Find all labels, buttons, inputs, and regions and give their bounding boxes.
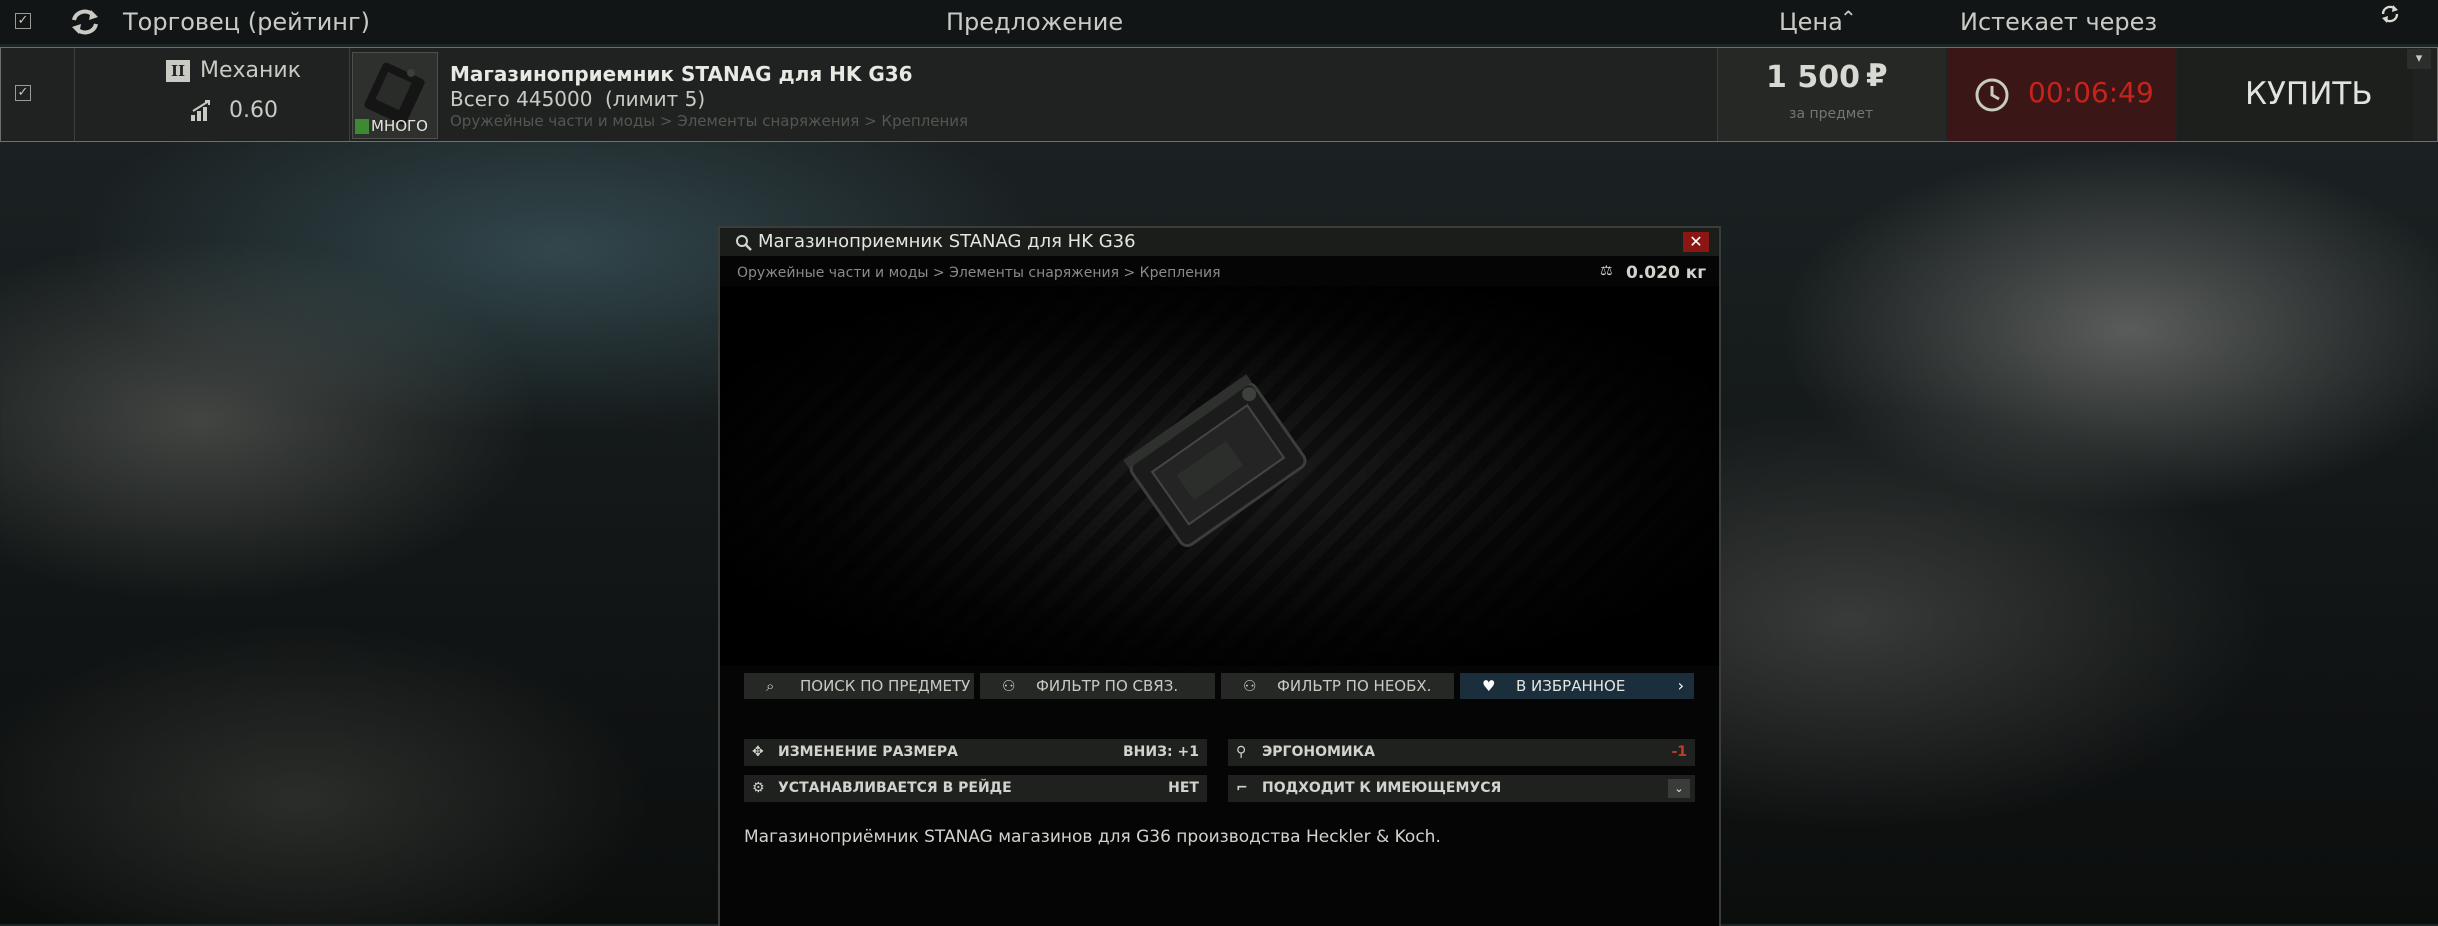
- chevron-down-icon[interactable]: ⌄: [1668, 779, 1690, 798]
- offer-column-header[interactable]: Предложение: [946, 8, 1123, 36]
- magnifier-icon: ⌕: [766, 677, 775, 695]
- item-inspect-window: Магазиноприемник STANAG для HK G36 ✕ Ору…: [718, 226, 1721, 926]
- ergonomics-icon: ⚲: [1236, 744, 1247, 760]
- close-icon[interactable]: ✕: [1683, 232, 1709, 252]
- offer-checkbox[interactable]: ✓: [15, 85, 31, 101]
- stock-indicator-icon: [355, 119, 369, 134]
- resize-arrows-icon: ✥: [752, 744, 764, 760]
- expiry-timer: 00:06:49: [2028, 76, 2154, 109]
- price-unit: за предмет: [1789, 106, 1874, 122]
- item-name[interactable]: Магазиноприемник STANAG для HK G36: [450, 62, 913, 86]
- gun-icon: ⌐: [1236, 780, 1248, 796]
- inspect-breadcrumb[interactable]: Оружейные части и моды > Элементы снаряж…: [737, 265, 1221, 281]
- link-tree-icon: ⚇: [1243, 677, 1257, 695]
- select-all-checkbox[interactable]: ✓: [15, 13, 31, 29]
- item-total-count: Всего 445000: [450, 87, 593, 111]
- trader-rank-badge: II: [166, 60, 190, 82]
- price-cell: 1 500 ₽ за предмет: [1717, 48, 1946, 141]
- item-weight: 0.020 кг: [1626, 263, 1707, 283]
- link-tree-icon: ⚇: [1002, 677, 1016, 695]
- ergonomics-stat: ⚲ ЭРГОНОМИКА -1: [1228, 739, 1695, 766]
- trader-cell[interactable]: II Механик 0.60: [74, 48, 350, 141]
- expand-chevron-icon[interactable]: ▾: [2407, 49, 2431, 69]
- raid-install-icon: ⚙: [752, 780, 765, 796]
- offer-price: 1 500: [1766, 60, 1860, 95]
- ergonomics-value: -1: [1671, 744, 1687, 760]
- search-icon: [736, 235, 752, 251]
- size-change-stat: ✥ ИЗМЕНЕНИЕ РАЗМЕРА ВНИЗ: +1: [744, 739, 1207, 766]
- receiver-3d-model: [1123, 374, 1307, 548]
- inspect-title-bar[interactable]: Магазиноприемник STANAG для HK G36 ✕: [720, 228, 1719, 256]
- price-column-header[interactable]: Цена: [1779, 8, 1843, 36]
- buy-button[interactable]: КУПИТЬ: [2177, 48, 2413, 141]
- stock-badge: МНОГО: [371, 117, 428, 135]
- chevron-right-icon[interactable]: ›: [1678, 673, 1684, 699]
- inspect-title: Магазиноприемник STANAG для HK G36: [758, 231, 1136, 252]
- flea-market-header: ✓ Торговец (рейтинг) Предложение Цена ⌃ …: [0, 0, 2438, 44]
- rating-icon: [191, 100, 210, 121]
- add-to-favorites-button[interactable]: ♥ В ИЗБРАННОЕ ›: [1460, 673, 1694, 699]
- buy-label[interactable]: КУПИТЬ: [2245, 76, 2373, 112]
- item-icon[interactable]: МНОГО: [352, 52, 438, 139]
- item-preview-area[interactable]: [720, 286, 1719, 666]
- inspect-action-bar: ⌕ ПОИСК ПО ПРЕДМЕТУ ⚇ ФИЛЬТР ПО СВЯЗ. ⚇ …: [744, 673, 1694, 699]
- item-category-path[interactable]: Оружейные части и моды > Элементы снаряж…: [450, 112, 968, 130]
- weight-icon: ⚖: [1600, 263, 1613, 279]
- raid-install-value: НЕТ: [1168, 780, 1199, 796]
- offer-row[interactable]: ✓ II Механик 0.60 МНОГО Магазиноприемник…: [0, 47, 2438, 142]
- trader-name[interactable]: Механик: [200, 58, 301, 83]
- item-purchase-limit: (лимит 5): [605, 87, 706, 111]
- trader-column-header[interactable]: Торговец (рейтинг): [123, 8, 370, 36]
- search-by-item-button[interactable]: ⌕ ПОИСК ПО ПРЕДМЕТУ: [744, 673, 974, 699]
- raid-install-stat: ⚙ УСТАНАВЛИВАЕТСЯ В РЕЙДЕ НЕТ: [744, 775, 1207, 802]
- size-change-value: ВНИЗ: +1: [1123, 744, 1199, 760]
- heart-icon: ♥: [1482, 677, 1496, 695]
- filter-by-required-button[interactable]: ⚇ ФИЛЬТР ПО НЕОБХ.: [1221, 673, 1454, 699]
- chevron-up-icon[interactable]: ⌃: [1840, 6, 1857, 30]
- filter-by-linked-button[interactable]: ⚇ ФИЛЬТР ПО СВЯЗ.: [980, 673, 1215, 699]
- ruble-icon: ₽: [1866, 58, 1888, 94]
- refresh-icon[interactable]: [68, 8, 102, 36]
- trader-rating: 0.60: [229, 98, 278, 123]
- compatible-stat[interactable]: ⌐ ПОДХОДИТ К ИМЕЮЩЕМУСЯ ⌄: [1228, 775, 1695, 802]
- auto-refresh-icon[interactable]: [2379, 3, 2401, 25]
- clock-icon: [1975, 78, 2009, 112]
- expires-column-header[interactable]: Истекает через: [1960, 8, 2157, 36]
- expiry-cell: 00:06:49: [1947, 48, 2175, 141]
- item-description: Магазиноприёмник STANAG магазинов для G3…: [744, 827, 1441, 847]
